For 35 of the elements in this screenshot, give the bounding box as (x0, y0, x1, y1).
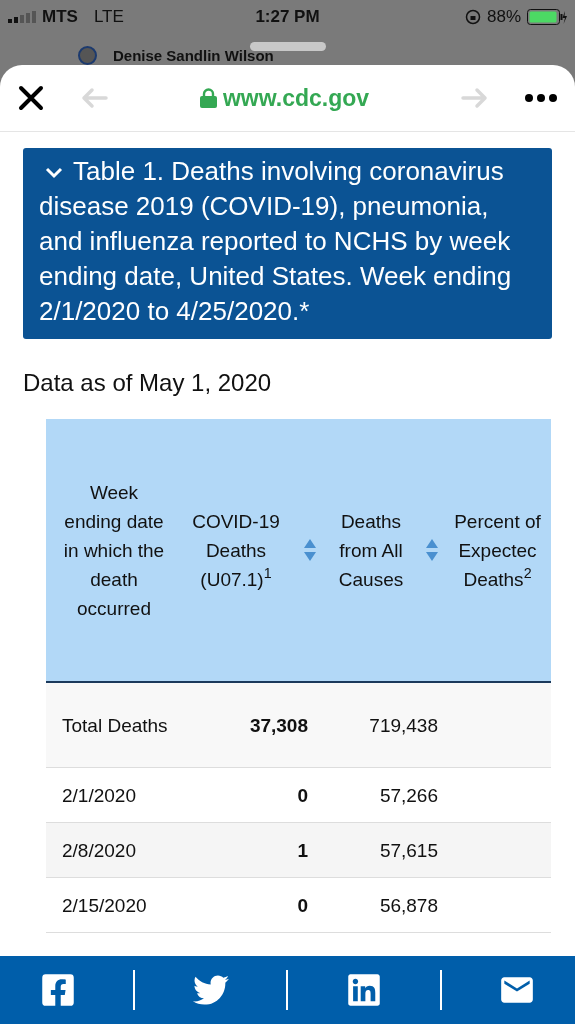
facebook-icon[interactable] (39, 972, 76, 1008)
table-cell: 57,266 (379, 784, 438, 806)
table-cell: 57,615 (379, 839, 438, 861)
network-type: LTE (93, 6, 124, 29)
table-cell: 0 (297, 894, 308, 916)
column-header[interactable]: COVID-19 Deaths (U07.1)$^{1}$ (174, 506, 298, 594)
clock-time: 1:27 PM (254, 6, 321, 29)
twitter-icon[interactable] (192, 972, 229, 1008)
table-cell: 2/8/2020 (62, 839, 136, 861)
table-cell: 0 (297, 784, 308, 806)
table-cell: Total Deaths (62, 714, 168, 736)
data-date: Data as of May 1, 2020 (23, 368, 273, 398)
table-cell: 1 (297, 839, 308, 861)
carrier-name: MTS (42, 6, 78, 29)
column-header: Week ending date in which the death occurred (62, 480, 166, 621)
column-header: Percent of Expectec Deaths$^{2}$ (453, 509, 542, 592)
linkedin-icon[interactable] (346, 972, 383, 1008)
signal-icon (8, 11, 36, 23)
sheet-handle[interactable] (249, 42, 326, 51)
table-cell: 719,438 (369, 714, 438, 736)
column-header[interactable]: Deaths from All Causes (322, 506, 420, 594)
rotation-lock-icon (464, 9, 481, 25)
post-author: Denise Sandlin Wilson (113, 46, 274, 65)
more-icon[interactable] (525, 94, 557, 102)
avatar-icon (78, 46, 97, 65)
table-cell: 37,308 (249, 714, 308, 736)
battery-icon (527, 9, 567, 25)
table-caption[interactable]: Table 1. Deaths involving coronavirus disease 2019 (COVID-19), pneumonia, and influenza reported to NCHS by week ending date, United States. Week ending 2/1/2020 to 4/25/2020.* (23, 148, 552, 339)
chevron-down-icon (45, 166, 63, 181)
table-cell: 56,878 (379, 894, 438, 916)
table-cell: 2/15/2020 (62, 894, 147, 916)
close-icon[interactable] (18, 85, 44, 111)
lock-icon (199, 88, 217, 108)
battery-percent: 88% (486, 6, 521, 29)
table-cell: 2/1/2020 (62, 784, 136, 806)
